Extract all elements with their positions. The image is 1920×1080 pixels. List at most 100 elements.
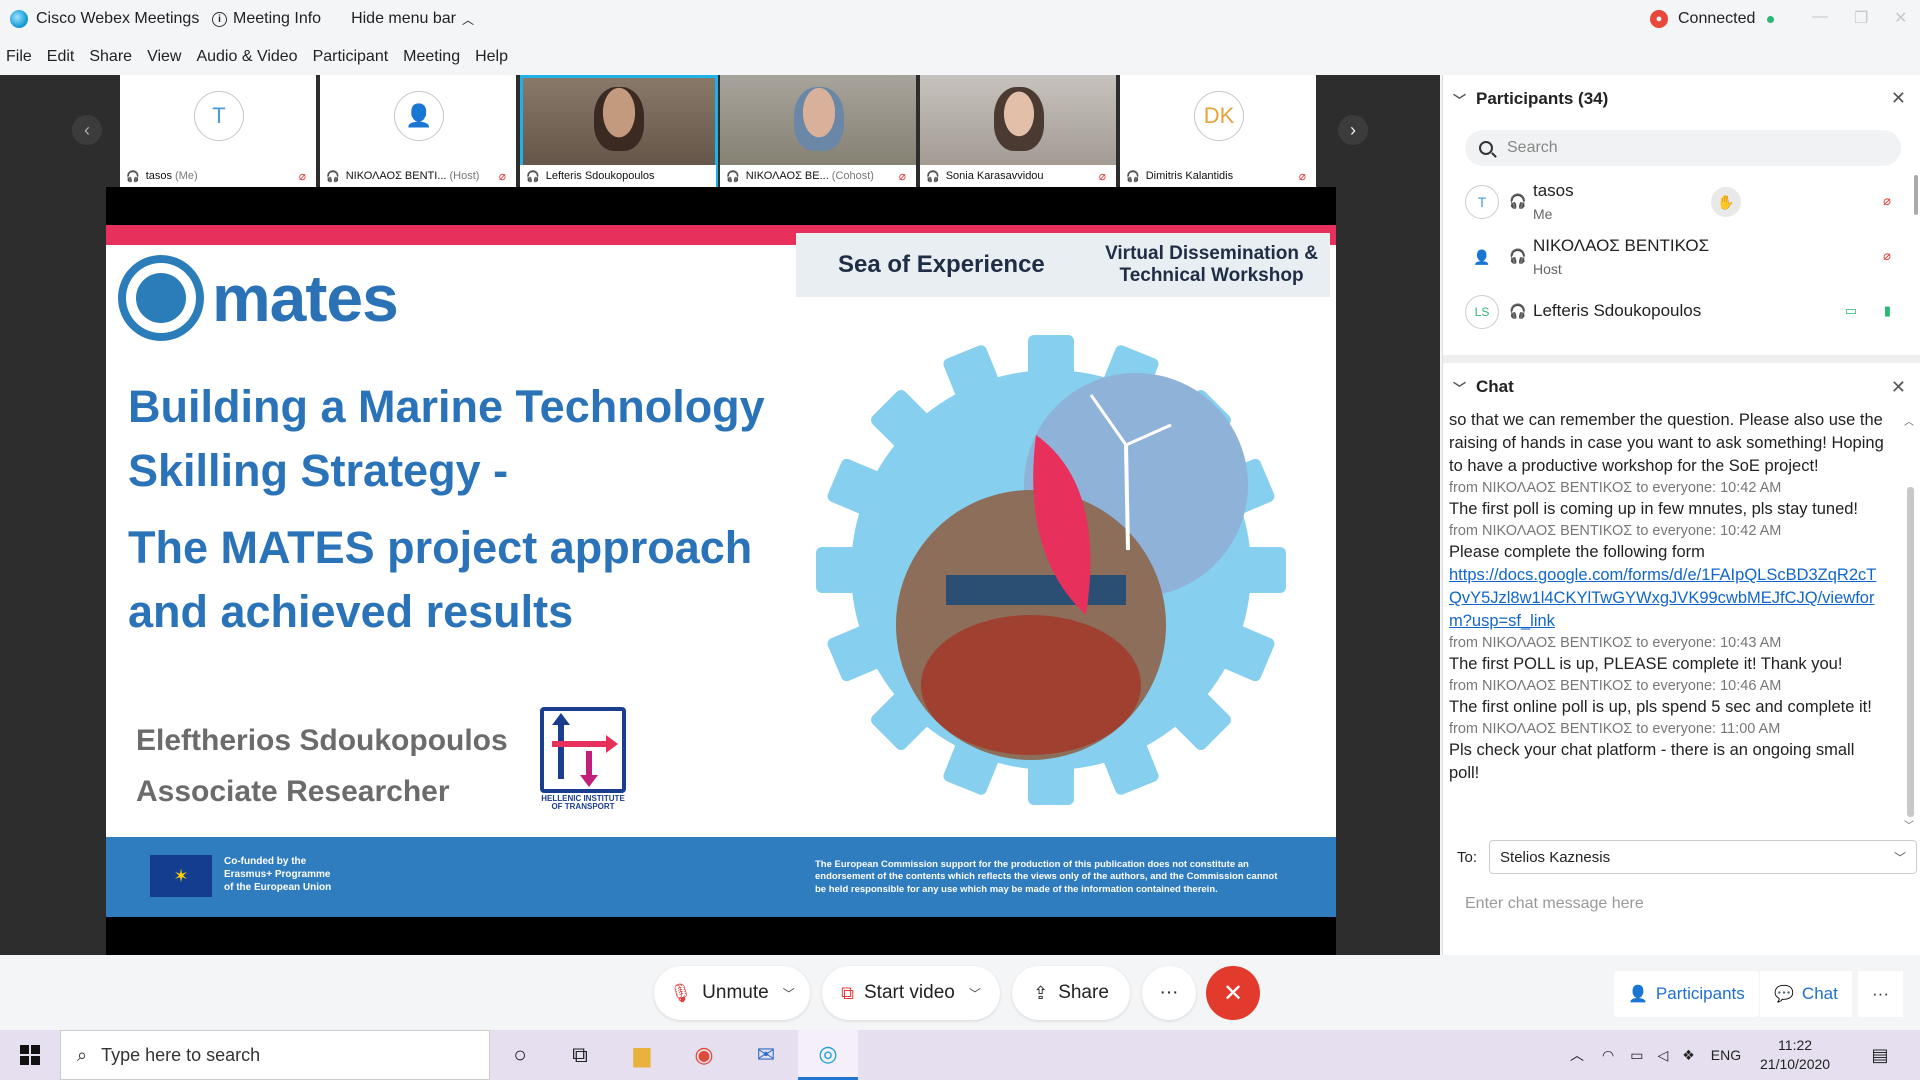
mic-muted-icon: ⌀	[1098, 169, 1106, 183]
info-icon: i	[212, 11, 227, 27]
banner-left: Sea of Experience	[838, 251, 1045, 278]
connection-label: Connected	[1678, 10, 1756, 27]
mail-icon[interactable]: ✉	[736, 1030, 796, 1080]
tile-label: 🎧 ΝΙΚΟΛΑΟΣ ΒΕΝΤΙ... (Host)	[320, 165, 516, 187]
menu-help[interactable]: Help	[475, 48, 508, 66]
participant-role: Me	[1533, 206, 1553, 222]
video-tile[interactable]: 🎧 ΝΙΚΟΛΑΟΣ ΒΕ... (Cohost) ⌀	[720, 75, 918, 187]
menu-audio-video[interactable]: Audio & Video	[196, 48, 297, 66]
chat-scrollbar[interactable]: ︿ ﹀	[1904, 413, 1916, 833]
video-tile[interactable]: 🎧 Sonia Karasavvidou ⌀	[920, 75, 1118, 187]
chevron-down-icon[interactable]: ﹀	[969, 985, 981, 1002]
strip-prev-icon[interactable]: ‹	[72, 115, 102, 145]
mic-muted-icon[interactable]: ⌀	[1883, 248, 1891, 264]
taskbar-search-input[interactable]: ⌕ Type here to search	[60, 1030, 490, 1080]
mic-muted-icon: ⌀	[898, 169, 906, 183]
menu-participant[interactable]: Participant	[313, 48, 389, 66]
participant-video	[794, 87, 844, 151]
leave-meeting-button[interactable]: ✕	[1206, 966, 1260, 1020]
scroll-down-icon[interactable]: ﹀	[1904, 817, 1914, 832]
clock-time: 11:22	[1778, 1037, 1813, 1053]
file-explorer-icon[interactable]: ▆	[612, 1030, 672, 1080]
meeting-info-button[interactable]: i Meeting Info	[212, 10, 321, 28]
windows-start-icon[interactable]	[0, 1030, 60, 1080]
more-options-button[interactable]: ···	[1142, 966, 1196, 1020]
mic-on-icon[interactable]: ▮	[1884, 303, 1891, 319]
scroll-up-icon[interactable]: ︿	[1904, 413, 1914, 428]
banner-right-line-1: Virtual Dissemination &	[1105, 243, 1318, 265]
volume-icon[interactable]: ◁	[1657, 1047, 1668, 1064]
participant-search-input[interactable]: Search	[1465, 130, 1901, 166]
tile-name: ΝΙΚΟΛΑΟΣ ΒΕ...	[745, 170, 829, 182]
video-tile[interactable]: DK 🎧 Dimitris Kalantidis ⌀	[1120, 75, 1318, 187]
battery-icon[interactable]: ▭	[1630, 1047, 1643, 1064]
chat-header[interactable]: ﹀ Chat	[1443, 363, 1920, 411]
video-on-icon[interactable]: ▭	[1845, 303, 1857, 319]
ship-gear-icon	[118, 255, 204, 341]
presenter-name: Eleftherios Sdoukopoulos	[136, 724, 508, 757]
chevron-down-icon[interactable]: ﹀	[1453, 90, 1466, 109]
recipient-value: Stelios Kaznesis	[1500, 848, 1611, 866]
share-button[interactable]: ⇪ Share	[1012, 966, 1130, 1020]
close-participants-icon[interactable]: ✕	[1891, 88, 1906, 109]
close-window-icon[interactable]: ✕	[1894, 8, 1907, 28]
participant-name: Lefteris Sdoukopoulos	[1533, 301, 1702, 320]
chevron-down-icon[interactable]: ﹀	[1453, 378, 1466, 397]
close-icon: ✕	[1222, 979, 1244, 1007]
connection-status[interactable]: ● Connected	[1650, 0, 1775, 38]
chat-scroll-thumb[interactable]	[1907, 487, 1914, 817]
video-tile[interactable]: 👤 🎧 ΝΙΚΟΛΑΟΣ ΒΕΝΤΙ... (Host) ⌀	[320, 75, 518, 187]
chrome-icon[interactable]: ◉	[674, 1030, 734, 1080]
participants-panel-button[interactable]: 👤 Participants	[1614, 971, 1759, 1017]
language-indicator[interactable]: ENG	[1711, 1047, 1741, 1063]
chat-panel-button[interactable]: 💬 Chat	[1760, 971, 1852, 1017]
close-chat-icon[interactable]: ✕	[1891, 377, 1906, 398]
panel-divider[interactable]	[1443, 355, 1920, 363]
headset-icon: 🎧	[326, 170, 340, 183]
strip-next-icon[interactable]: ›	[1338, 115, 1368, 145]
wifi-icon[interactable]: ◠	[1602, 1047, 1614, 1064]
chevron-up-icon[interactable]: ︿	[1570, 1045, 1584, 1065]
unmute-button[interactable]: 🎙 Unmute ﹀	[654, 966, 810, 1020]
participant-scrollbar[interactable]	[1914, 175, 1918, 215]
chat-message-input[interactable]: Enter chat message here	[1465, 895, 1644, 913]
video-tile[interactable]: T 🎧 tasos (Me) ⌀	[120, 75, 318, 187]
dropbox-icon[interactable]: ❖	[1682, 1047, 1695, 1064]
participants-header[interactable]: ﹀ Participants (34)	[1443, 75, 1920, 123]
task-view-icon[interactable]: ⧉	[550, 1030, 610, 1080]
chevron-down-icon[interactable]: ﹀	[783, 985, 795, 1002]
chat-link[interactable]: https://docs.google.com/forms/d/e/1FAIpQ…	[1449, 566, 1876, 630]
menu-share[interactable]: Share	[89, 48, 132, 66]
participant-row[interactable]: T 🎧 tasos Me ✋ ⌀	[1443, 175, 1909, 230]
menu-edit[interactable]: Edit	[47, 48, 75, 66]
mic-muted-icon[interactable]: ⌀	[1883, 193, 1891, 209]
webex-taskbar-icon[interactable]: ◎	[798, 1030, 858, 1080]
participants-button-label: Participants	[1655, 984, 1745, 1003]
video-strip: ‹ T 🎧 tasos (Me) ⌀ 👤 🎧 ΝΙΚΟΛΑΟΣ ΒΕΝΤΙ...…	[0, 75, 1440, 187]
notifications-icon[interactable]: ▤	[1850, 1030, 1910, 1080]
menu-meeting[interactable]: Meeting	[403, 48, 460, 66]
presenter-block: Eleftherios Sdoukopoulos Associate Resea…	[136, 715, 508, 817]
app-title: Cisco Webex Meetings	[0, 10, 202, 28]
participant-row[interactable]: 👤 🎧 ΝΙΚΟΛΑΟΣ ΒΕΝΤΙΚΟΣ Host ⌀	[1443, 230, 1909, 285]
hide-menu-bar-button[interactable]: Hide menu bar ︿	[351, 10, 474, 28]
chat-message-meta: from ΝΙΚΟΛΑΟΣ ΒΕΝΤΙΚΟΣ to everyone: 11:0…	[1449, 721, 1781, 737]
menu-view[interactable]: View	[147, 48, 181, 66]
tile-name: Dimitris Kalantidis	[1145, 170, 1234, 182]
video-tile-active-speaker[interactable]: 🎧 Lefteris Sdoukopoulos	[520, 75, 718, 187]
participant-row[interactable]: LS 🎧 Lefteris Sdoukopoulos ▭ ▮	[1443, 285, 1909, 340]
to-label: To:	[1457, 848, 1478, 866]
raise-hand-icon[interactable]: ✋	[1711, 187, 1741, 217]
cortana-icon[interactable]: ○	[490, 1030, 550, 1080]
minimize-icon[interactable]: —	[1812, 8, 1828, 26]
recipient-select[interactable]: Stelios Kaznesis ﹀	[1489, 840, 1918, 874]
participant-video	[994, 87, 1044, 151]
panel-more-button[interactable]: ···	[1858, 971, 1903, 1017]
headset-icon: 🎧	[926, 170, 940, 183]
menu-file[interactable]: File	[6, 48, 32, 66]
taskbar-clock[interactable]: 11:22 21/10/2020	[1760, 1036, 1830, 1074]
meeting-info-label: Meeting Info	[233, 10, 322, 27]
cofunded-text: Co-funded by the Erasmus+ Programme of t…	[224, 855, 331, 894]
maximize-icon[interactable]: ❐	[1854, 8, 1868, 28]
start-video-button[interactable]: ⧉ Start video ﹀	[822, 966, 1000, 1020]
